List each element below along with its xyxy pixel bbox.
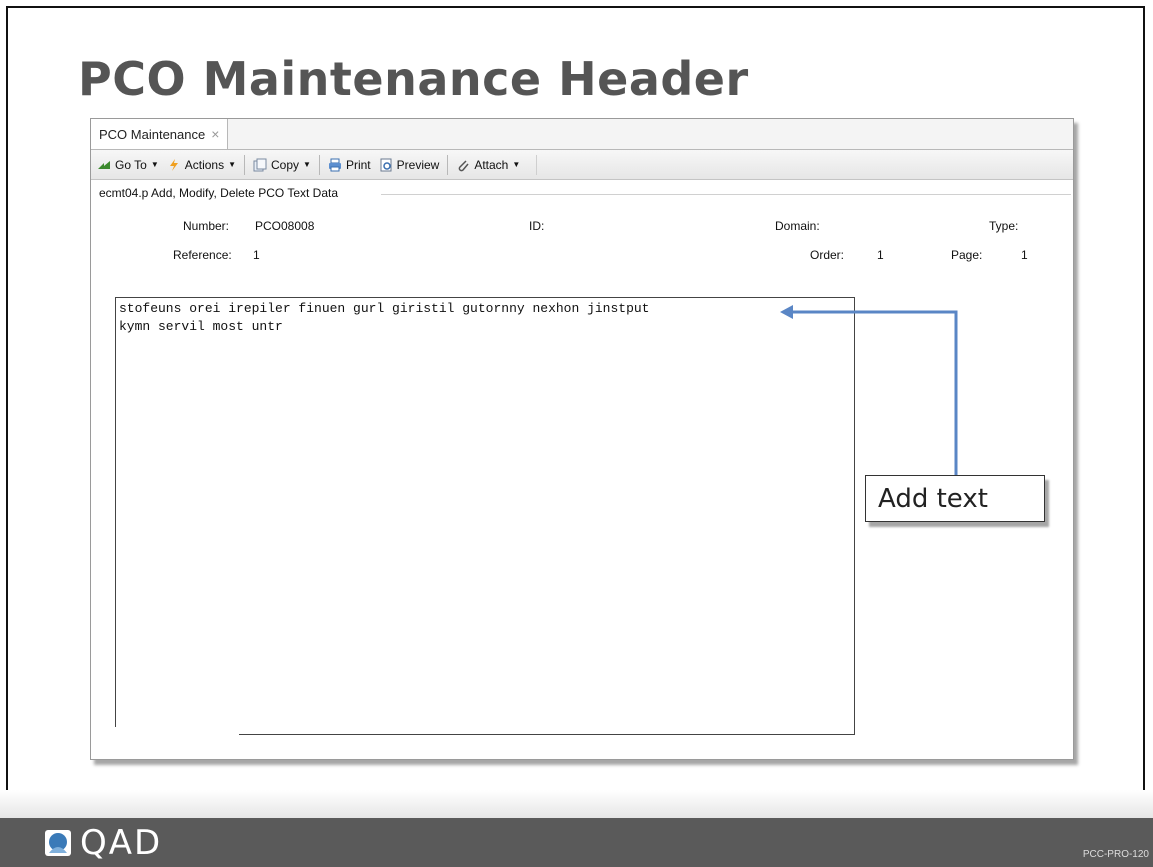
add-text-callout: Add text <box>865 475 1045 522</box>
slide-code: PCC-PRO-120 <box>1082 849 1149 860</box>
footer-bar <box>0 818 1153 867</box>
qad-logo-icon <box>45 830 71 856</box>
footer-fade <box>0 790 1153 818</box>
callout-arrow <box>780 305 958 475</box>
qad-logo: QAD <box>44 823 162 863</box>
logo-text: QAD <box>80 823 163 863</box>
